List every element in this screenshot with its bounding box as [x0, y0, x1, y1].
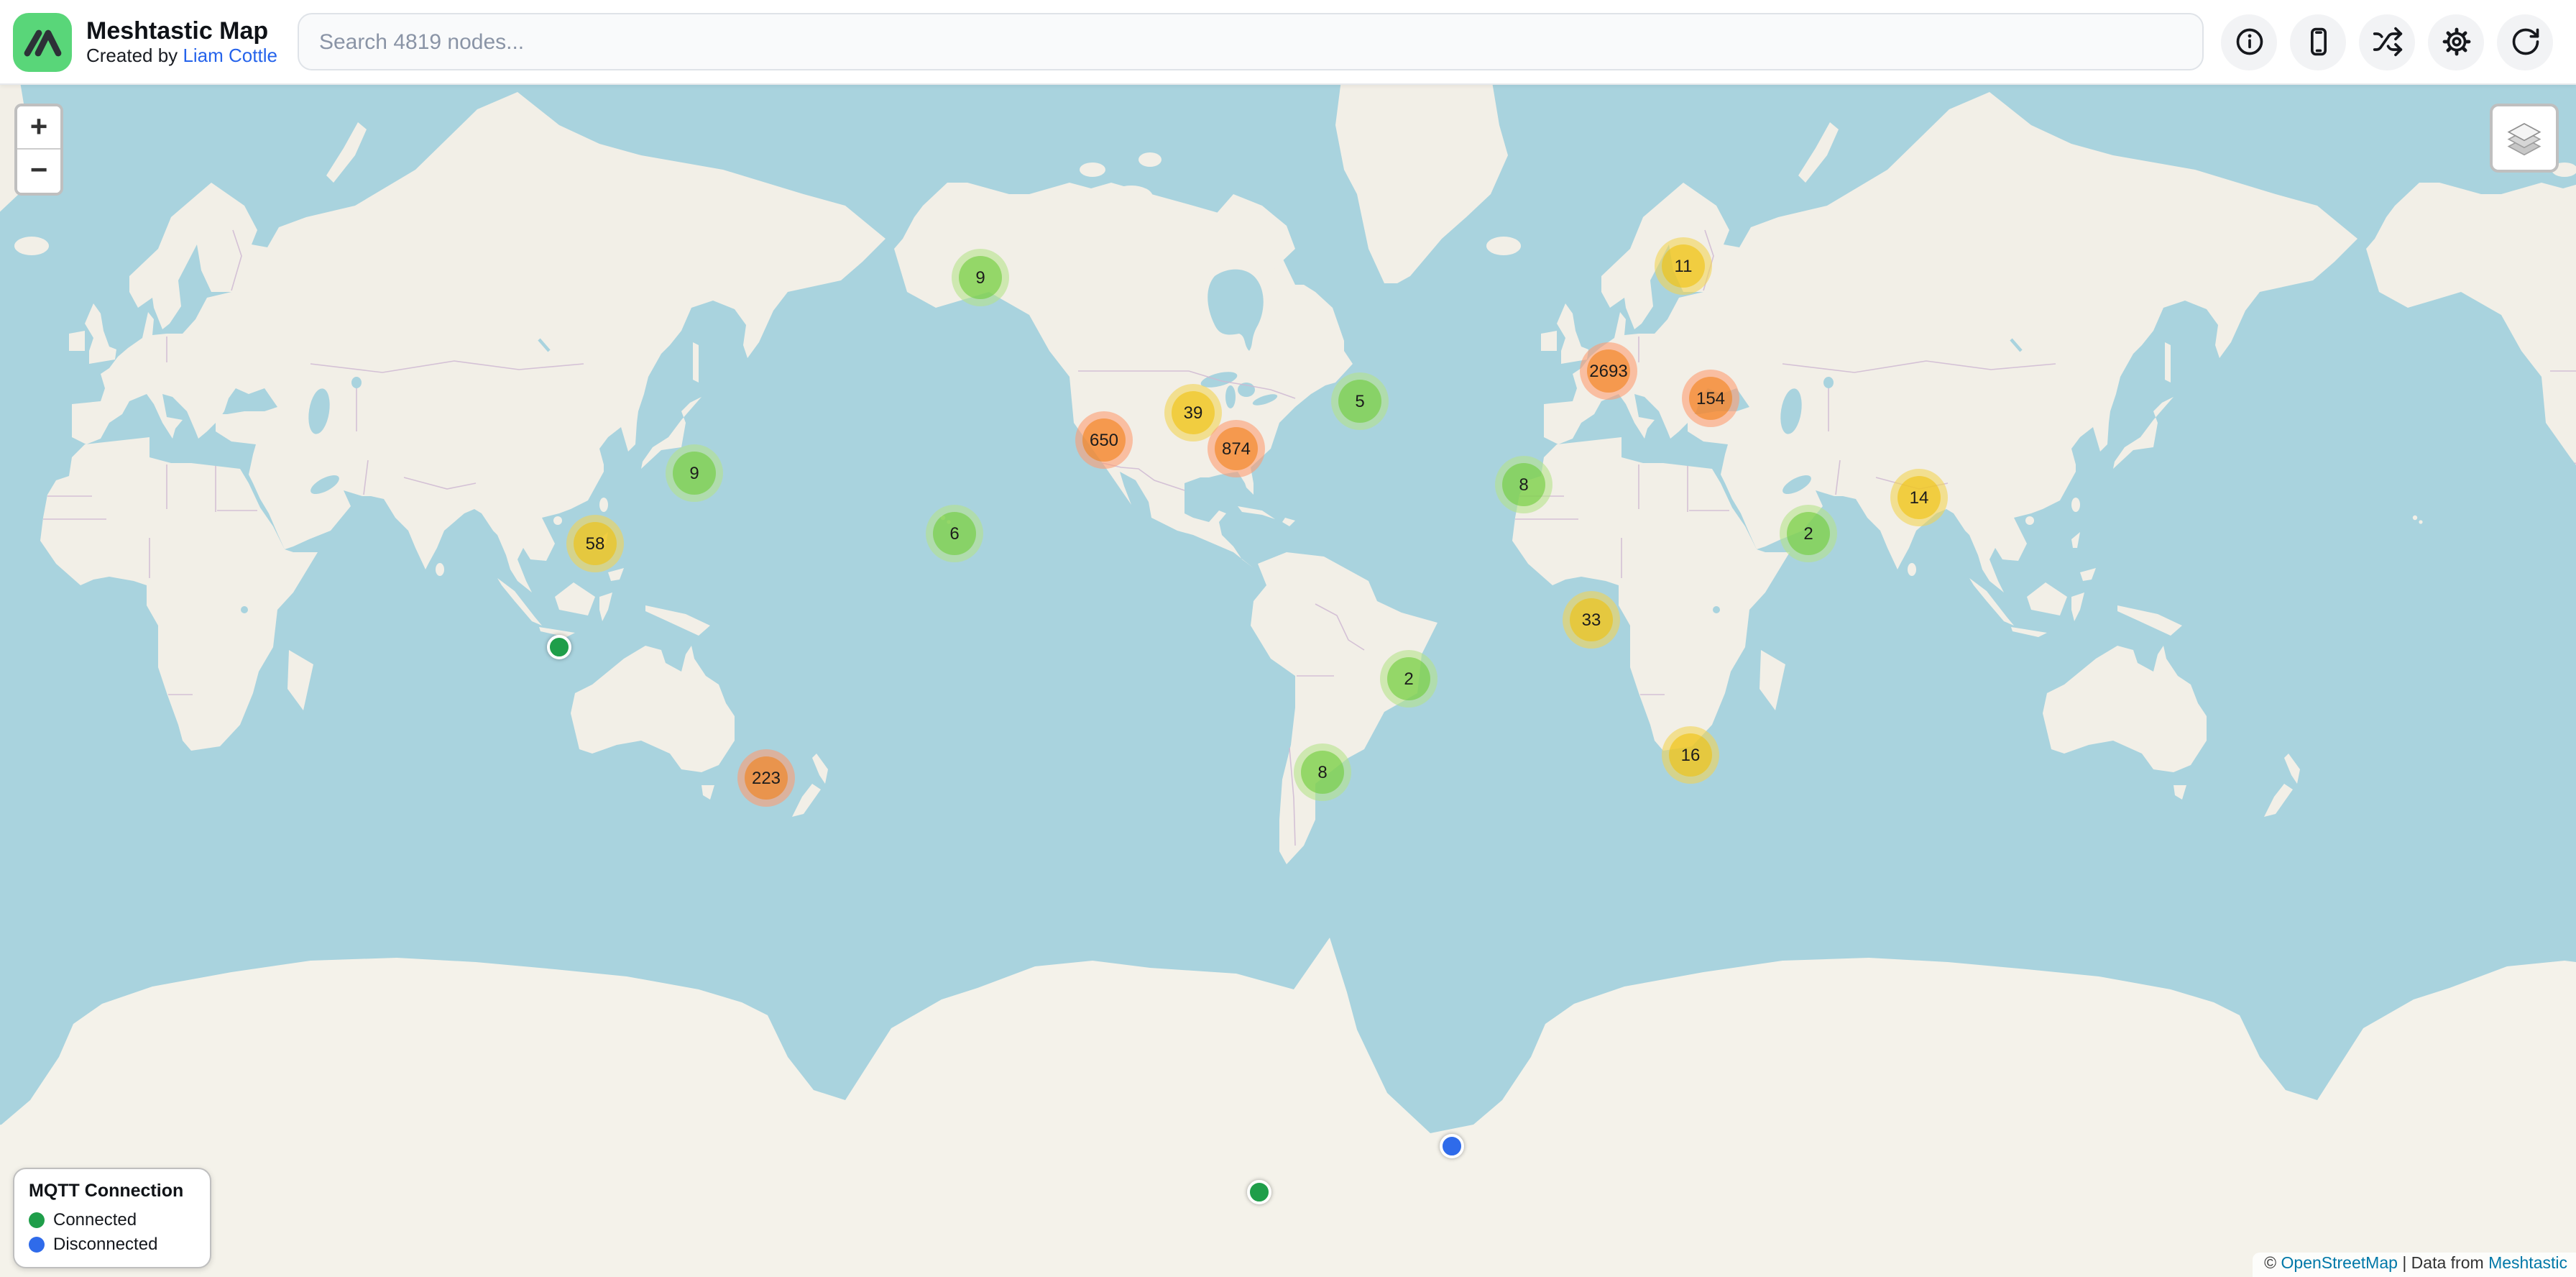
cluster-marker[interactable]: 5 [1331, 372, 1389, 430]
cluster-marker[interactable]: 154 [1682, 370, 1739, 427]
mobile-device-icon [2302, 26, 2334, 58]
node-marker-connected[interactable] [1247, 1180, 1271, 1204]
zoom-in-button[interactable]: + [17, 106, 60, 150]
cluster-marker[interactable]: 2 [1380, 650, 1438, 708]
subtitle-prefix: Created by [86, 44, 178, 65]
mobile-app-button[interactable] [2290, 14, 2346, 70]
search-input[interactable] [298, 13, 2204, 70]
cluster-marker[interactable]: 2693 [1580, 342, 1637, 400]
cluster-count: 874 [1215, 427, 1258, 470]
cluster-count: 8 [1502, 463, 1545, 506]
cluster-count: 8 [1301, 751, 1344, 794]
legend-item: Disconnected [29, 1234, 196, 1254]
cluster-count: 154 [1689, 377, 1732, 420]
cluster-count: 2 [1787, 512, 1830, 555]
page-title: Meshtastic Map [86, 17, 277, 44]
cluster-marker[interactable]: 9 [666, 444, 723, 502]
legend-title: MQTT Connection [29, 1181, 196, 1201]
cluster-marker[interactable]: 223 [737, 749, 795, 807]
copyright-symbol: © [2264, 1255, 2276, 1273]
author-link[interactable]: Liam Cottle [183, 44, 277, 65]
top-bar: Meshtastic Map Created by Liam Cottle [0, 0, 2576, 85]
cluster-count: 39 [1172, 391, 1215, 434]
zoom-out-button[interactable]: − [17, 150, 60, 193]
cluster-marker[interactable]: 9 [952, 249, 1009, 306]
settings-button[interactable] [2428, 14, 2484, 70]
cluster-count: 9 [673, 452, 716, 495]
cluster-count: 6 [933, 512, 976, 555]
markers-layer: 911269315439650874589142586332816223 [0, 85, 2576, 1277]
legend-items: Connected Disconnected [29, 1209, 196, 1254]
app-root: 911269315439650874589142586332816223 + −… [0, 0, 2576, 1277]
cluster-marker[interactable]: 650 [1075, 411, 1133, 469]
refresh-icon [2509, 26, 2541, 58]
cluster-marker[interactable]: 8 [1294, 743, 1351, 801]
info-button[interactable] [2221, 14, 2277, 70]
cluster-count: 9 [959, 256, 1002, 299]
cluster-count: 2693 [1587, 349, 1630, 393]
cluster-marker[interactable]: 2 [1780, 505, 1837, 562]
map-canvas[interactable]: 911269315439650874589142586332816223 + −… [0, 85, 2576, 1277]
openstreetmap-link[interactable]: OpenStreetMap [2281, 1255, 2398, 1273]
gear-icon [2440, 26, 2472, 58]
cluster-marker[interactable]: 874 [1208, 420, 1265, 477]
cluster-count: 650 [1082, 418, 1126, 462]
legend-label: Connected [53, 1209, 137, 1230]
page-subtitle: Created by Liam Cottle [86, 45, 277, 66]
legend-label: Disconnected [53, 1234, 157, 1254]
cluster-count: 58 [574, 522, 617, 565]
meshtastic-link[interactable]: Meshtastic [2488, 1255, 2567, 1273]
attribution-separator: | Data from [2402, 1255, 2483, 1273]
zoom-control: + − [14, 104, 63, 196]
cluster-count: 2 [1387, 657, 1430, 700]
toolbar [2221, 14, 2553, 70]
legend-status-dot [29, 1212, 45, 1227]
shuffle-button[interactable] [2359, 14, 2415, 70]
cluster-marker[interactable]: 14 [1890, 469, 1948, 526]
cluster-marker[interactable]: 58 [566, 515, 624, 572]
node-marker-connected[interactable] [547, 635, 571, 659]
cluster-count: 223 [745, 756, 788, 800]
node-marker-disconnected[interactable] [1440, 1134, 1464, 1158]
meshtastic-logo [13, 12, 72, 71]
meshtastic-logo-icon [13, 12, 72, 71]
cluster-count: 16 [1669, 733, 1712, 777]
map-attribution: © OpenStreetMap | Data from Meshtastic [2253, 1253, 2576, 1277]
app-titles: Meshtastic Map Created by Liam Cottle [86, 17, 277, 66]
cluster-marker[interactable]: 16 [1662, 726, 1719, 784]
cluster-marker[interactable]: 11 [1655, 237, 1712, 295]
cluster-marker[interactable]: 33 [1563, 591, 1620, 649]
layers-control[interactable] [2490, 104, 2559, 173]
cluster-count: 14 [1898, 476, 1941, 519]
legend-status-dot [29, 1236, 45, 1252]
legend-item: Connected [29, 1209, 196, 1230]
cluster-count: 5 [1338, 380, 1381, 423]
cluster-marker[interactable]: 6 [926, 505, 983, 562]
cluster-count: 33 [1570, 598, 1613, 641]
cluster-count: 11 [1662, 244, 1705, 288]
mqtt-legend: MQTT Connection Connected Disconnected [13, 1168, 211, 1268]
layers-icon [2503, 116, 2546, 160]
refresh-button[interactable] [2497, 14, 2553, 70]
shuffle-icon [2371, 26, 2403, 58]
cluster-marker[interactable]: 8 [1495, 456, 1552, 513]
info-icon [2233, 26, 2265, 58]
